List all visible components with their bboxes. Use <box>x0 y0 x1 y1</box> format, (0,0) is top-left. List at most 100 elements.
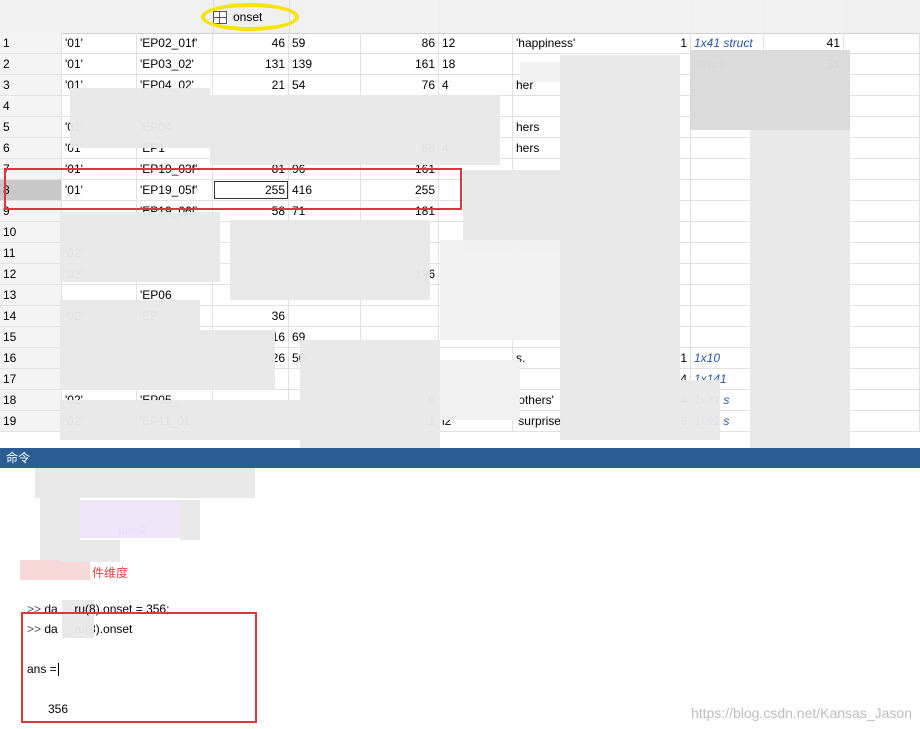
table-cell[interactable] <box>844 348 920 368</box>
table-cell[interactable]: 12 <box>439 33 513 53</box>
table-cell[interactable] <box>844 54 920 74</box>
table-cell[interactable] <box>844 222 920 242</box>
row-index-cell[interactable]: 11 <box>0 243 62 263</box>
row-index-cell[interactable]: 1 <box>0 33 62 53</box>
cell-text: 11 <box>3 246 16 260</box>
row-index-cell[interactable]: 13 <box>0 285 62 305</box>
row-index-cell[interactable]: 2 <box>0 54 62 74</box>
cell-text: 'happiness' <box>516 36 576 50</box>
row-index-cell[interactable]: 4 <box>0 96 62 116</box>
table-cell[interactable]: 54 <box>289 75 361 95</box>
table-cell[interactable] <box>844 369 920 389</box>
table-cell[interactable]: 46 <box>213 33 289 53</box>
mosaic-block <box>230 220 430 300</box>
row-index-cell[interactable]: 19 <box>0 411 62 431</box>
cell-text: 3 <box>3 78 10 92</box>
cell-text: hers <box>516 141 540 155</box>
table-cell[interactable] <box>844 264 920 284</box>
row-index-cell[interactable]: 3 <box>0 75 62 95</box>
cell-text: 18 <box>3 393 17 407</box>
table-cell[interactable] <box>844 117 920 137</box>
cell-text: 17 <box>3 372 17 386</box>
cell-text: 13 <box>3 288 17 302</box>
mosaic-block <box>0 0 200 33</box>
table-cell[interactable] <box>844 75 920 95</box>
mosaic-block <box>80 500 180 538</box>
row-index-cell[interactable]: 10 <box>0 222 62 242</box>
mosaic-block <box>60 212 220 282</box>
table-cell[interactable] <box>844 411 920 431</box>
cell-text: 76 <box>421 78 435 92</box>
mosaic-block <box>70 88 210 148</box>
row-index-cell[interactable]: 6 <box>0 138 62 158</box>
cell-text: 41 <box>826 36 840 50</box>
table-cell[interactable]: '01' <box>62 54 137 74</box>
row-index-cell[interactable]: 18 <box>0 390 62 410</box>
table-cell[interactable] <box>844 390 920 410</box>
row-index-cell[interactable]: 14 <box>0 306 62 326</box>
table-cell[interactable] <box>289 306 361 326</box>
table-cell[interactable] <box>844 201 920 221</box>
row-index-cell[interactable]: 15 <box>0 327 62 347</box>
mosaic-block <box>300 340 440 450</box>
cell-text: 4 <box>3 99 10 113</box>
cell-text: 46 <box>271 36 285 50</box>
mosaic-block <box>210 95 500 165</box>
cell-text: 36 <box>271 309 285 323</box>
mosaic-block <box>180 330 275 390</box>
cell-text: 5 <box>3 120 10 134</box>
table-cell[interactable] <box>844 138 920 158</box>
table-cell[interactable]: 'EP02_01f' <box>137 33 213 53</box>
table-cell[interactable] <box>844 327 920 347</box>
table-cell[interactable]: 'happiness' 1 <box>513 33 691 53</box>
table-cell[interactable] <box>844 306 920 326</box>
command-window-titlebar: 命令 <box>0 448 920 468</box>
table-cell[interactable]: 18 <box>439 54 513 74</box>
table-cell[interactable] <box>361 306 439 326</box>
table-cell[interactable]: 161 <box>361 54 439 74</box>
result-highlight-box <box>21 612 257 723</box>
cell-text: 1x10 <box>694 351 721 365</box>
table-cell[interactable]: 131 <box>213 54 289 74</box>
table-cell[interactable]: 76 <box>361 75 439 95</box>
mosaic-block <box>305 0 845 33</box>
table-cell[interactable]: 4 <box>439 75 513 95</box>
table-cell[interactable] <box>844 96 920 116</box>
mosaic-block <box>180 500 200 540</box>
row-index-cell[interactable]: 12 <box>0 264 62 284</box>
table-cell[interactable]: 21 <box>213 75 289 95</box>
table-cell[interactable]: 'EP03_02' <box>137 54 213 74</box>
command-window-title: 命令 <box>6 451 31 465</box>
cell-text: 161 <box>414 57 435 71</box>
cell-text: 'EP02_01f' <box>140 36 198 50</box>
mosaic-block <box>35 468 255 498</box>
table-cell[interactable] <box>844 243 920 263</box>
cell-text: 10 <box>3 225 17 239</box>
cell-text: 86 <box>421 36 435 50</box>
row-index-cell[interactable]: 5 <box>0 117 62 137</box>
mosaic-block <box>750 130 850 470</box>
row-index-cell[interactable]: 17 <box>0 369 62 389</box>
mosaic-block <box>60 540 120 562</box>
table-cell[interactable] <box>844 33 920 53</box>
mosaic-block <box>60 300 200 390</box>
row8-highlight-box <box>4 168 462 210</box>
cell-text: 1 <box>3 36 10 50</box>
table-cell[interactable] <box>844 180 920 200</box>
cell-text: 'others' <box>516 393 554 407</box>
table-cell[interactable]: 139 <box>289 54 361 74</box>
cell-text: 21 <box>271 78 285 92</box>
table-cell[interactable]: 36 <box>213 306 289 326</box>
cell-text: 19 <box>3 414 17 428</box>
table-cell[interactable]: '01' <box>62 33 137 53</box>
table-cell[interactable] <box>844 285 920 305</box>
table-cell[interactable]: 59 <box>289 33 361 53</box>
cell-text: 59 <box>292 36 306 50</box>
cell-text: 15 <box>3 330 17 344</box>
cell-text: 4 <box>442 78 449 92</box>
cell-text: 6 <box>3 141 10 155</box>
cell-text: 'EP03_02' <box>140 57 194 71</box>
row-index-cell[interactable]: 16 <box>0 348 62 368</box>
table-cell[interactable]: 86 <box>361 33 439 53</box>
table-cell[interactable] <box>844 159 920 179</box>
